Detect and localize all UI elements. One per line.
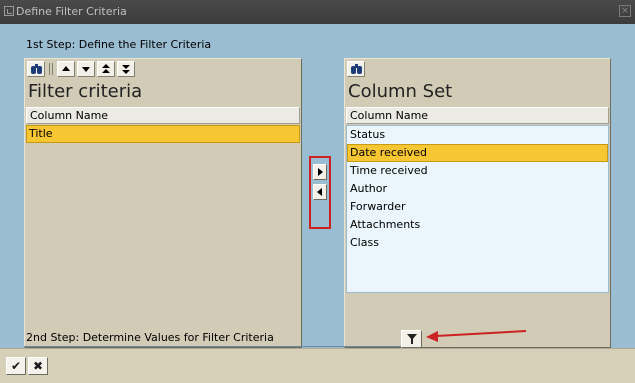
- step1-label: 1st Step: Define the Filter Criteria: [26, 38, 212, 51]
- column-set-panel: Column Set Column Name Status Date recei…: [344, 58, 611, 348]
- find-button[interactable]: [27, 61, 45, 77]
- column-header[interactable]: Column Name: [346, 107, 609, 124]
- confirm-button[interactable]: ✔: [6, 357, 26, 375]
- step2-label: 2nd Step: Determine Values for Filter Cr…: [26, 331, 274, 344]
- annotation-arrow: [426, 330, 527, 342]
- filter-criteria-list: Title: [26, 125, 300, 143]
- move-down-icon: [82, 67, 90, 72]
- determine-values-button[interactable]: [401, 330, 422, 348]
- toolbar-divider: [49, 63, 50, 75]
- column-header[interactable]: Column Name: [26, 107, 300, 124]
- panel-title: Column Set: [348, 81, 453, 102]
- dialog-footer: ✔ ✖: [0, 348, 635, 383]
- find-icon: [31, 64, 42, 74]
- move-up-icon: [62, 66, 70, 71]
- move-left-icon: [317, 188, 322, 196]
- list-item[interactable]: Time received: [347, 162, 608, 180]
- panel-title: Filter criteria: [28, 81, 143, 102]
- move-right-button[interactable]: [313, 164, 327, 180]
- move-top-icon: [102, 63, 110, 75]
- close-icon[interactable]: ×: [619, 5, 631, 17]
- list-item[interactable]: Forwarder: [347, 198, 608, 216]
- toolbar-divider: [52, 63, 53, 75]
- move-bottom-icon: [122, 63, 130, 75]
- list-item[interactable]: Attachments: [347, 216, 608, 234]
- find-button[interactable]: [347, 61, 365, 77]
- column-set-list: Status Date received Time received Autho…: [346, 125, 609, 293]
- move-right-icon: [318, 168, 323, 176]
- cancel-button[interactable]: ✖: [28, 357, 48, 375]
- window-title: Define Filter Criteria: [16, 5, 127, 18]
- move-bottom-button[interactable]: [117, 61, 135, 77]
- filter-funnel-stem: [411, 339, 413, 344]
- window-titlebar: Define Filter Criteria ×: [0, 0, 635, 24]
- find-icon: [351, 64, 362, 74]
- move-down-button[interactable]: [77, 61, 95, 77]
- divider: [24, 346, 408, 347]
- move-top-button[interactable]: [97, 61, 115, 77]
- list-item[interactable]: Class: [347, 234, 608, 252]
- move-left-button[interactable]: [313, 184, 327, 200]
- list-item[interactable]: Author: [347, 180, 608, 198]
- move-up-button[interactable]: [57, 61, 75, 77]
- list-item[interactable]: Date received: [347, 144, 608, 162]
- list-item[interactable]: Status: [347, 126, 608, 144]
- dialog-body: 1st Step: Define the Filter Criteria Fil…: [0, 24, 635, 348]
- move-buttons-highlight: [309, 156, 331, 229]
- list-item[interactable]: Title: [26, 125, 300, 143]
- window-menu-icon[interactable]: [4, 6, 14, 16]
- filter-criteria-panel: Filter criteria Column Name Title: [24, 58, 302, 348]
